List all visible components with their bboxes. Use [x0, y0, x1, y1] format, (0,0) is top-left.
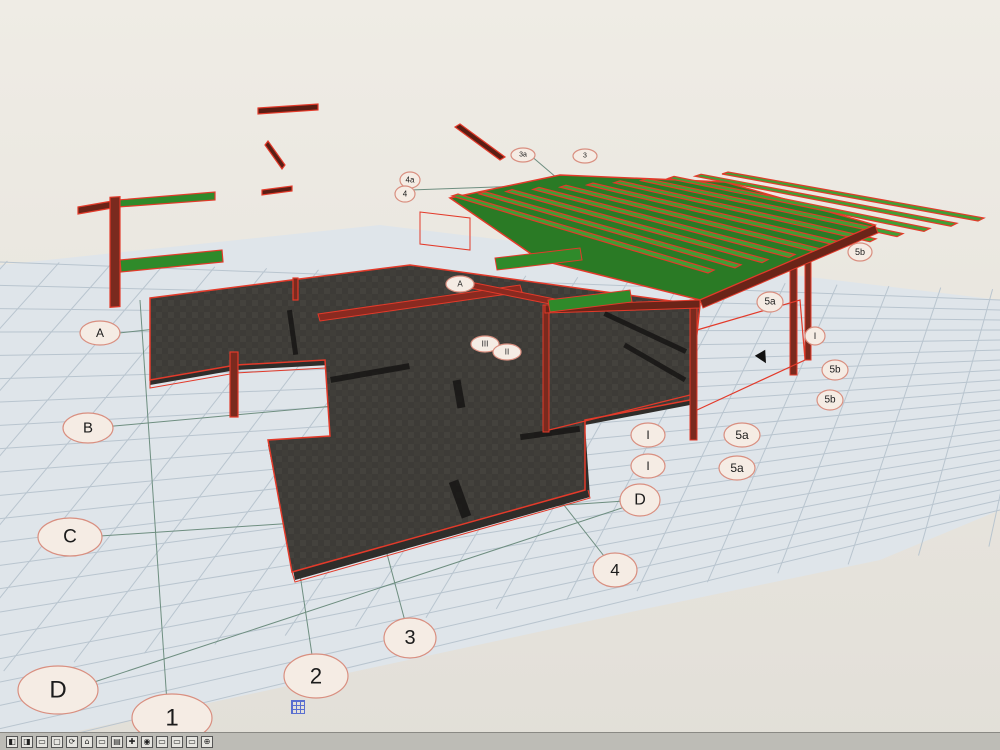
grid-bubble-5b[interactable]: 5b	[821, 359, 849, 381]
statusbar-button-0[interactable]: ◧	[6, 735, 18, 748]
grid-bubble-label: I	[646, 459, 649, 473]
grid-bubble-label: 1	[165, 705, 178, 732]
grid-bubble-label: I	[814, 331, 817, 341]
grid-bubble-4[interactable]: 4	[592, 552, 638, 588]
grid-bubble-3[interactable]: 3	[383, 617, 437, 659]
grid-bubble-5a[interactable]: 5a	[723, 422, 761, 448]
statusbar-button-7[interactable]: ▤	[111, 735, 123, 748]
grid-bubble-label: 5a	[730, 461, 744, 475]
grid-bubble-d[interactable]: D	[619, 483, 661, 517]
grid-bubble-label: III	[482, 340, 489, 349]
grid-bubble-label: 4	[403, 190, 408, 199]
statusbar-button-2[interactable]: ▭	[36, 735, 48, 748]
grid-bubble-i[interactable]: I	[804, 326, 826, 346]
grid-bubble-label: C	[63, 527, 77, 548]
statusbar-button-13[interactable]: ⊕	[201, 735, 213, 748]
grid-bubble-b[interactable]: B	[62, 412, 114, 444]
grid-bubble-label: 5b	[824, 395, 836, 406]
grid-bubble-label: 3a	[519, 152, 527, 159]
statusbar-button-10[interactable]: ▭	[156, 735, 168, 748]
grid-bubble-label: D	[634, 492, 646, 509]
grid-bubble-d[interactable]: D	[17, 665, 99, 715]
grid-bubble-label: 4a	[406, 176, 415, 185]
statusbar-button-4[interactable]: ⟳	[66, 735, 78, 748]
grid-bubble-3[interactable]: 3	[572, 148, 598, 164]
grid-bubble-i[interactable]: I	[630, 453, 666, 479]
grid-bubble-3a[interactable]: 3a	[510, 147, 536, 163]
grid-bubble-label: A	[96, 326, 104, 340]
grid-bubble-c[interactable]: C	[37, 517, 103, 557]
statusbar-button-3[interactable]: ▢	[51, 735, 63, 748]
statusbar-button-5[interactable]: ⌂	[81, 735, 93, 748]
grid-bubble-label: B	[83, 420, 93, 437]
grid-bubble-ii[interactable]: II	[492, 343, 522, 361]
statusbar-button-1[interactable]: ◨	[21, 735, 33, 748]
statusbar-button-8[interactable]: ✚	[126, 735, 138, 748]
grid-bubble-a[interactable]: A	[445, 275, 475, 293]
grid-bubble-label: 4	[610, 561, 619, 580]
grid-bubble-label: 3	[583, 153, 587, 160]
grid-bubble-label: A	[457, 280, 463, 289]
grid-bubble-label: II	[505, 348, 509, 357]
grid-icon[interactable]	[291, 700, 305, 714]
grid-bubble-label: 5b	[855, 247, 865, 257]
grid-bubble-label: 3	[404, 627, 415, 649]
grid-bubble-2[interactable]: 2	[283, 653, 349, 699]
grid-bubble-5a[interactable]: 5a	[756, 291, 784, 313]
statusbar-button-9[interactable]: ◉	[141, 735, 153, 748]
grid-bubble-label: D	[49, 677, 66, 704]
grid-bubble-5a[interactable]: 5a	[718, 455, 756, 481]
grid-bubble-label: I	[646, 428, 649, 442]
grid-bubble-5b[interactable]: 5b	[847, 242, 873, 262]
grid-bubble-label: 2	[310, 664, 322, 689]
grid-bubble-label: 5a	[764, 297, 776, 308]
3d-viewport[interactable]: A B C D 1 2 3 4 D 5a 5a I I 5b 5b 5b 5a I 4a 4 3a 3 III II A	[0, 0, 1000, 750]
grid-bubble-label: 5b	[829, 365, 841, 376]
grid-bubble-5b[interactable]: 5b	[816, 389, 844, 411]
statusbar: ◧ ◨ ▭ ▢ ⟳ ⌂ ▭ ▤ ✚ ◉ ▭ ▭ ▭ ⊕	[0, 732, 1000, 750]
grid-bubble-4[interactable]: 4	[394, 185, 416, 203]
statusbar-button-12[interactable]: ▭	[186, 735, 198, 748]
grid-bubble-label: 5a	[735, 428, 749, 442]
grid-bubble-a[interactable]: A	[79, 320, 121, 346]
grid-bubble-i[interactable]: I	[630, 422, 666, 448]
statusbar-button-6[interactable]: ▭	[96, 735, 108, 748]
statusbar-button-11[interactable]: ▭	[171, 735, 183, 748]
